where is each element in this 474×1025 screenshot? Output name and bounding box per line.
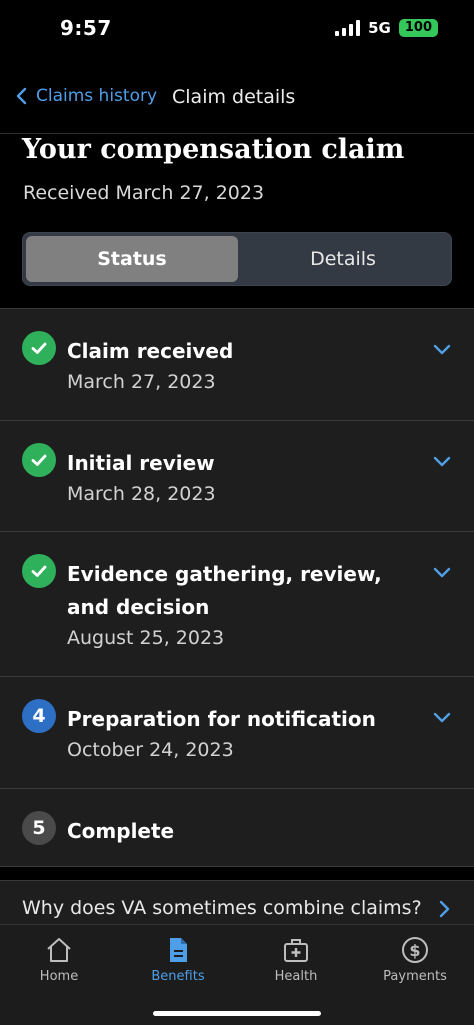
claim-steps-list: Claim received March 27, 2023 Initial re… xyxy=(0,308,474,867)
chevron-down-icon[interactable] xyxy=(432,562,452,582)
chevron-down-icon[interactable] xyxy=(432,707,452,727)
step-date: March 27, 2023 xyxy=(67,371,216,393)
status-details-toggle: Status Details xyxy=(22,232,452,286)
step-complete: 5 Complete xyxy=(0,789,474,867)
cellular-signal-icon xyxy=(335,20,361,36)
tab-home[interactable]: Home xyxy=(14,935,104,984)
back-button[interactable]: Claims history xyxy=(12,86,157,106)
home-indicator xyxy=(153,1011,321,1016)
step-title: Initial review xyxy=(67,451,215,475)
tab-payments[interactable]: $ Payments xyxy=(370,935,460,984)
received-date: Received March 27, 2023 xyxy=(23,182,265,204)
step-preparation-for-notification[interactable]: 4 Preparation for notification October 2… xyxy=(0,677,474,789)
step-number-icon: 5 xyxy=(22,811,56,845)
nav-header: Claims history Claim details xyxy=(0,60,474,134)
tab-label: Payments xyxy=(383,969,447,984)
step-evidence-gathering[interactable]: Evidence gathering, review, and decision… xyxy=(0,532,474,677)
chevron-down-icon[interactable] xyxy=(432,339,452,359)
tab-benefits[interactable]: Benefits xyxy=(133,935,223,984)
step-title: Claim received xyxy=(67,339,234,363)
bottom-tab-bar: Home Benefits Health $ Payments xyxy=(0,924,474,1025)
check-circle-icon xyxy=(22,443,56,477)
network-type: 5G xyxy=(368,19,391,37)
back-button-label: Claims history xyxy=(36,86,158,106)
check-circle-icon xyxy=(22,331,56,365)
step-number-icon: 4 xyxy=(22,699,56,733)
tab-label: Benefits xyxy=(151,969,205,984)
status-bar: 9:57 5G 100 xyxy=(0,0,474,60)
combine-claims-link[interactable]: Why does VA sometimes combine claims? xyxy=(0,880,474,924)
step-date: March 28, 2023 xyxy=(67,483,216,505)
home-icon xyxy=(47,938,71,962)
medical-bag-icon xyxy=(284,939,308,962)
main-content[interactable]: Your compensation claim Received March 2… xyxy=(0,134,474,924)
chevron-left-icon xyxy=(16,87,27,105)
step-title: Preparation for notification xyxy=(67,707,376,731)
tab-health[interactable]: Health xyxy=(251,935,341,984)
segment-details[interactable]: Details xyxy=(237,236,449,282)
clock: 9:57 xyxy=(60,16,112,40)
claim-title: Your compensation claim xyxy=(22,134,405,165)
step-initial-review[interactable]: Initial review March 28, 2023 xyxy=(0,421,474,532)
svg-text:$: $ xyxy=(409,941,420,960)
step-claim-received[interactable]: Claim received March 27, 2023 xyxy=(0,309,474,421)
tab-label: Home xyxy=(39,969,79,984)
battery-icon: 100 xyxy=(398,19,438,37)
step-title: Evidence gathering, review, and decision xyxy=(67,562,382,619)
system-indicators: 5G 100 xyxy=(335,19,438,37)
step-date: August 25, 2023 xyxy=(67,627,225,649)
segment-status[interactable]: Status xyxy=(26,236,238,282)
combine-claims-label: Why does VA sometimes combine claims? xyxy=(22,897,422,919)
chevron-down-icon[interactable] xyxy=(432,451,452,471)
page-title: Claim details xyxy=(172,86,296,108)
document-icon xyxy=(170,938,187,962)
chevron-right-icon xyxy=(439,900,450,918)
tab-label: Health xyxy=(274,969,318,984)
step-title: Complete xyxy=(67,819,175,843)
dollar-icon: $ xyxy=(402,937,428,963)
check-circle-icon xyxy=(22,554,56,588)
step-date: October 24, 2023 xyxy=(67,739,234,761)
